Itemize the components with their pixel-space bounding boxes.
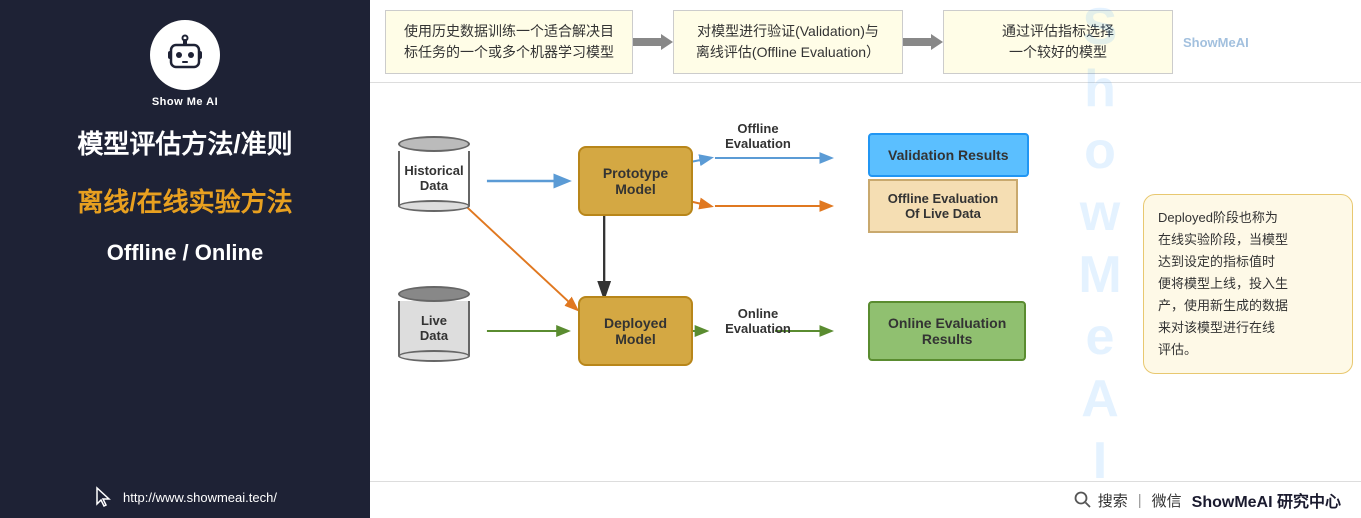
step-2-text: 对模型进行验证(Validation)与 离线评估(Offline Evalua… (696, 21, 880, 63)
logo-area: Show Me AI (150, 20, 220, 108)
explanation-text: Deployed阶段也称为 在线实验阶段，当模型 达到设定的指标值时 便将模型上… (1158, 210, 1288, 358)
logo-circle (150, 20, 220, 90)
diagram-wrapper: HistoricalData Prototype Model OfflineEv… (370, 83, 1361, 481)
live-data-label: LiveData (420, 313, 448, 343)
online-results-node: Online Evaluation Results (868, 301, 1026, 361)
footer-wechat-label[interactable]: 微信 (1152, 490, 1182, 511)
step-arrow-2 (903, 10, 943, 74)
footer-url[interactable]: http://www.showmeai.tech/ (123, 490, 277, 505)
sidebar-subtitle: 离线/在线实验方法 (77, 186, 292, 220)
offline-eval-text: OfflineEvaluation (725, 121, 791, 151)
live-data-node: LiveData (398, 286, 470, 362)
footer: 搜索 | 微信 ShowMeAI 研究中心 (370, 481, 1361, 518)
validation-results-node: Validation Results (868, 133, 1029, 177)
offline-eval-label-node: OfflineEvaluation (723, 121, 793, 151)
historical-data-node: HistoricalData (398, 136, 470, 212)
step-2-box: 对模型进行验证(Validation)与 离线评估(Offline Evalua… (673, 10, 903, 74)
deployed-model-node: Deployed Model (578, 296, 693, 366)
offline-live-node: Offline Evaluation Of Live Data (868, 179, 1018, 233)
prototype-label: Prototype Model (603, 165, 668, 197)
online-results-box: Online Evaluation Results (868, 301, 1026, 361)
step-1-box: 使用历史数据训练一个适合解决目 标任务的一个或多个机器学习模型 (385, 10, 633, 74)
online-eval-text: Online Evaluation (725, 306, 791, 336)
watermark: ShowMeAI (1070, 0, 1130, 494)
validation-results-box: Validation Results (868, 133, 1029, 177)
logo-icon (161, 31, 209, 79)
prototype-model-node: Prototype Model (578, 146, 693, 216)
sidebar-title: 模型评估方法/准则 (77, 128, 292, 162)
sidebar-footer: http://www.showmeai.tech/ (93, 486, 277, 508)
deployed-label: Deployed Model (604, 315, 667, 347)
sidebar: Show Me AI 模型评估方法/准则 离线/在线实验方法 Offline /… (0, 0, 370, 518)
online-results-label: Online Evaluation Results (888, 315, 1006, 347)
online-eval-label-node: Online Evaluation (723, 306, 793, 336)
showmeai-watermark-top: ShowMeAI (1183, 35, 1249, 50)
step-arrow-1 (633, 10, 673, 74)
offline-live-label: Offline Evaluation Of Live Data (888, 191, 999, 221)
flow-diagram: HistoricalData Prototype Model OfflineEv… (378, 91, 1135, 401)
steps-row: 使用历史数据训练一个适合解决目 标任务的一个或多个机器学习模型 对模型进行验证(… (370, 0, 1361, 83)
footer-brand: ShowMeAI 研究中心 (1192, 488, 1341, 512)
explanation-box: Deployed阶段也称为 在线实验阶段，当模型 达到设定的指标值时 便将模型上… (1143, 194, 1353, 375)
footer-divider: | (1138, 492, 1142, 509)
step-1-text: 使用历史数据训练一个适合解决目 标任务的一个或多个机器学习模型 (404, 21, 614, 63)
prototype-model-box: Prototype Model (578, 146, 693, 216)
main-content: 使用历史数据训练一个适合解决目 标任务的一个或多个机器学习模型 对模型进行验证(… (370, 0, 1361, 518)
watermark-area: ShowMeAI (1070, 91, 1130, 401)
validation-label: Validation Results (888, 147, 1009, 163)
hist-data-label: HistoricalData (404, 163, 463, 193)
cursor-icon (93, 486, 115, 508)
logo-label: Show Me AI (152, 96, 218, 108)
sidebar-english: Offline / Online (107, 240, 263, 266)
offline-live-box: Offline Evaluation Of Live Data (868, 179, 1018, 233)
step-3-box: 通过评估指标选择 一个较好的模型 (943, 10, 1173, 74)
deployed-model-box: Deployed Model (578, 296, 693, 366)
